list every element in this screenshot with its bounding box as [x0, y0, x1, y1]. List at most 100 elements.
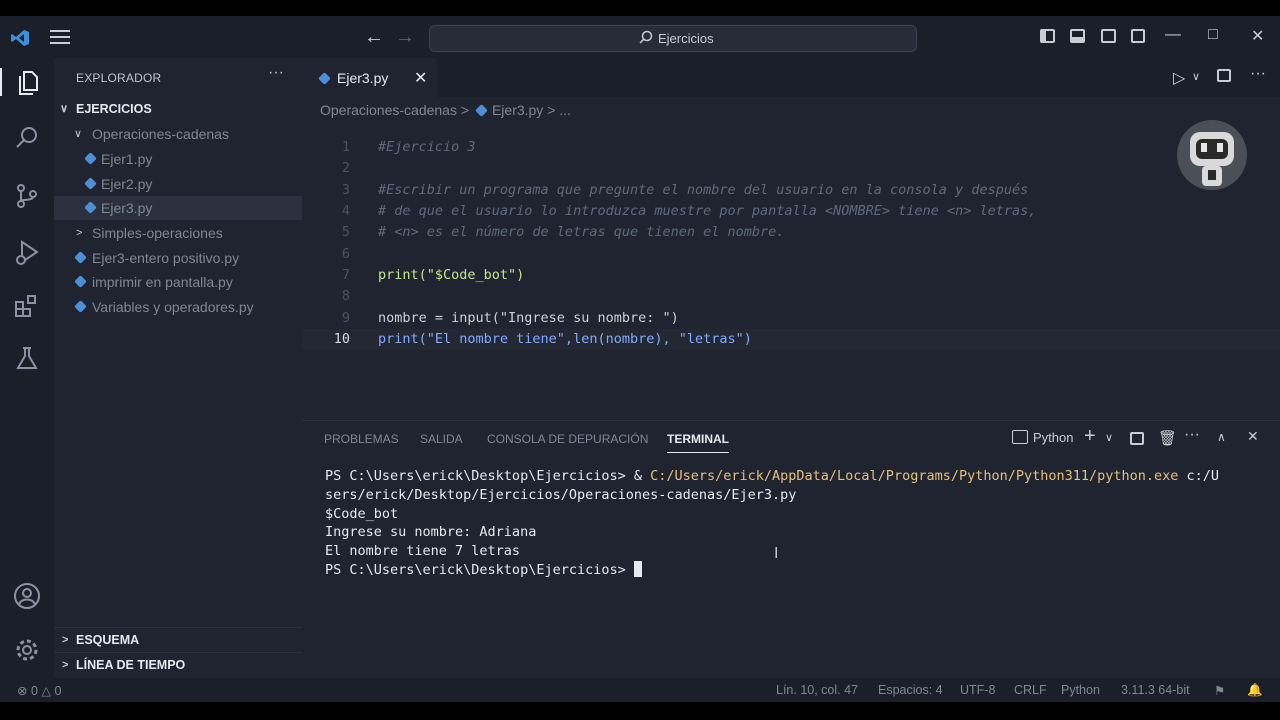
- language-mode[interactable]: Python: [1061, 683, 1100, 697]
- command-center-search[interactable]: Ejercicios: [429, 25, 917, 52]
- maximize-icon[interactable]: □: [1208, 26, 1218, 44]
- outline-section[interactable]: > ESQUEMA: [54, 627, 302, 652]
- arrow-right-icon[interactable]: →: [395, 27, 415, 47]
- run-python-icon[interactable]: ▷: [1173, 68, 1185, 88]
- more-actions-icon[interactable]: ···: [1184, 426, 1200, 444]
- search-text: Ejercicios: [658, 31, 714, 46]
- explorer-icon[interactable]: [0, 68, 56, 96]
- maximize-panel-icon[interactable]: ∧: [1217, 430, 1226, 444]
- title-bar: ← → Ejercicios — □ ✕: [0, 16, 1280, 58]
- toggle-primary-sidebar-icon[interactable]: [1040, 29, 1055, 43]
- workspace-root[interactable]: ∨ EJERCICIOS: [54, 97, 302, 121]
- python-file-icon: [74, 300, 87, 313]
- chevron-down-icon: ∨: [74, 128, 83, 140]
- explorer-sidebar: EXPLORADOR ··· ∨ EJERCICIOS ∨ Operacione…: [54, 58, 302, 688]
- file-variables[interactable]: Variables y operadores.py: [54, 295, 302, 319]
- encoding[interactable]: UTF-8: [960, 683, 995, 697]
- python-interpreter[interactable]: 3.11.3 64-bit: [1121, 683, 1190, 697]
- code-line[interactable]: 5 # <n> es el número de letras que tienen…: [302, 222, 1280, 243]
- new-terminal-icon[interactable]: +: [1084, 425, 1096, 448]
- breadcrumb-folder[interactable]: Operaciones-cadenas: [320, 102, 457, 118]
- testing-flask-icon[interactable]: [13, 344, 41, 372]
- tab-terminal[interactable]: TERMINAL: [667, 432, 729, 453]
- code-line-current[interactable]: 10 print("El nombre tiene",len(nombre), "…: [302, 329, 1280, 350]
- tab-ejer3[interactable]: Ejer3.py ✕: [302, 58, 437, 98]
- trash-icon[interactable]: 🗑: [1158, 429, 1177, 447]
- activity-bar: [0, 58, 54, 688]
- code-line[interactable]: 8: [302, 286, 1280, 307]
- breadcrumb-symbol[interactable]: ...: [559, 102, 571, 118]
- code-line[interactable]: 2: [302, 158, 1280, 179]
- terminal-output[interactable]: PS C:\Users\erick\Desktop\Ejercicios> & …: [325, 467, 1219, 580]
- editor-tabs: Ejer3.py ✕ ▷ ∨ ···: [302, 58, 1280, 98]
- toggle-secondary-sidebar-icon[interactable]: [1100, 29, 1116, 43]
- file-imprimir[interactable]: imprimir en pantalla.py: [54, 270, 302, 294]
- folder-simples-operaciones[interactable]: > Simples-operaciones: [54, 221, 302, 245]
- tab-problems[interactable]: PROBLEMAS: [324, 432, 399, 446]
- minimize-icon[interactable]: —: [1165, 26, 1181, 44]
- search-icon[interactable]: [13, 124, 41, 152]
- code-line-7: print("$Code_bot"): [378, 267, 525, 283]
- vscode-window: ← → Ejercicios — □ ✕ EXPLORADOR ··· ∨ EJ…: [0, 16, 1280, 702]
- status-bar: ⊗ 0 △ 0 Lín. 10, col. 47 Espacios: 4 UTF…: [0, 678, 1280, 702]
- toggle-panel-icon[interactable]: [1070, 29, 1086, 43]
- vscode-logo-icon[interactable]: [10, 28, 30, 48]
- accounts-icon[interactable]: [13, 582, 41, 610]
- extensions-icon[interactable]: [13, 292, 41, 320]
- code-line[interactable]: 7 print("$Code_bot"): [302, 265, 1280, 286]
- chevron-right-icon: >: [76, 227, 83, 239]
- timeline-section[interactable]: > LÍNEA DE TIEMPO: [54, 652, 302, 677]
- file-ejer3-entero[interactable]: Ejer3-entero positivo.py: [54, 246, 302, 270]
- text-cursor-icon: I: [774, 545, 779, 562]
- python-file-icon: [475, 104, 488, 117]
- customize-layout-icon[interactable]: [1131, 29, 1146, 43]
- editor-area: Ejer3.py ✕ ▷ ∨ ··· Operaciones-cadenas >…: [302, 58, 1280, 420]
- code-line[interactable]: 1 #Ejercicio 3: [302, 137, 1280, 158]
- feedback-icon[interactable]: ⚑: [1214, 683, 1225, 698]
- settings-gear-icon[interactable]: [13, 636, 41, 664]
- breadcrumb: Operaciones-cadenas > Ejer3.py > ...: [320, 102, 571, 118]
- file-ejer2[interactable]: Ejer2.py: [54, 172, 302, 196]
- code-line[interactable]: 3 #Escribir un programa que pregunte el n…: [302, 180, 1280, 201]
- python-file-icon: [74, 275, 87, 288]
- tab-label: Ejer3.py: [337, 70, 389, 86]
- tab-output[interactable]: SALIDA: [420, 432, 463, 446]
- end-of-line[interactable]: CRLF: [1014, 683, 1047, 697]
- terminal-cursor: [633, 560, 642, 577]
- chevron-right-icon: >: [62, 659, 69, 671]
- hamburger-menu-icon[interactable]: [50, 30, 70, 44]
- breadcrumb-file[interactable]: Ejer3.py: [492, 102, 543, 118]
- notifications-bell-icon[interactable]: 🔔: [1247, 683, 1263, 698]
- layout-controls: [1040, 29, 1156, 48]
- search-icon: [639, 30, 653, 44]
- code-line[interactable]: 6: [302, 244, 1280, 265]
- bottom-panel: PROBLEMAS SALIDA CONSOLA DE DEPURACIÓN T…: [302, 420, 1280, 689]
- run-debug-icon[interactable]: [13, 238, 41, 266]
- python-file-icon: [74, 251, 87, 264]
- split-editor-icon[interactable]: [1217, 69, 1231, 82]
- terminal-shell-selector[interactable]: Python: [1012, 430, 1073, 445]
- chevron-down-icon[interactable]: ∨: [1105, 431, 1113, 444]
- cursor-position[interactable]: Lín. 10, col. 47: [776, 683, 858, 697]
- code-line[interactable]: 9 nombre = input("Ingrese su nombre: "): [302, 308, 1280, 329]
- code-bot-avatar: [1177, 120, 1247, 190]
- arrow-left-icon[interactable]: ←: [364, 27, 384, 47]
- split-terminal-icon[interactable]: [1130, 432, 1144, 445]
- terminal-icon: [1012, 430, 1028, 444]
- chevron-down-icon: ∨: [60, 103, 69, 115]
- close-tab-icon[interactable]: ✕: [414, 68, 427, 88]
- source-control-icon[interactable]: [13, 182, 41, 210]
- more-actions-icon[interactable]: ···: [268, 64, 284, 82]
- file-ejer1[interactable]: Ejer1.py: [54, 147, 302, 171]
- chevron-right-icon: >: [62, 634, 69, 646]
- close-panel-icon[interactable]: ✕: [1247, 428, 1259, 445]
- more-actions-icon[interactable]: ···: [1250, 65, 1266, 83]
- chevron-down-icon[interactable]: ∨: [1192, 70, 1200, 83]
- file-ejer3[interactable]: Ejer3.py: [54, 196, 302, 220]
- tab-debug-console[interactable]: CONSOLA DE DEPURACIÓN: [487, 432, 648, 446]
- problems-status[interactable]: ⊗ 0 △ 0: [17, 683, 61, 698]
- folder-operaciones-cadenas[interactable]: ∨ Operaciones-cadenas: [54, 122, 302, 146]
- indentation[interactable]: Espacios: 4: [878, 683, 943, 697]
- code-line[interactable]: 4 # de que el usuario lo introduzca muest…: [302, 201, 1280, 222]
- close-window-icon[interactable]: ✕: [1251, 26, 1264, 46]
